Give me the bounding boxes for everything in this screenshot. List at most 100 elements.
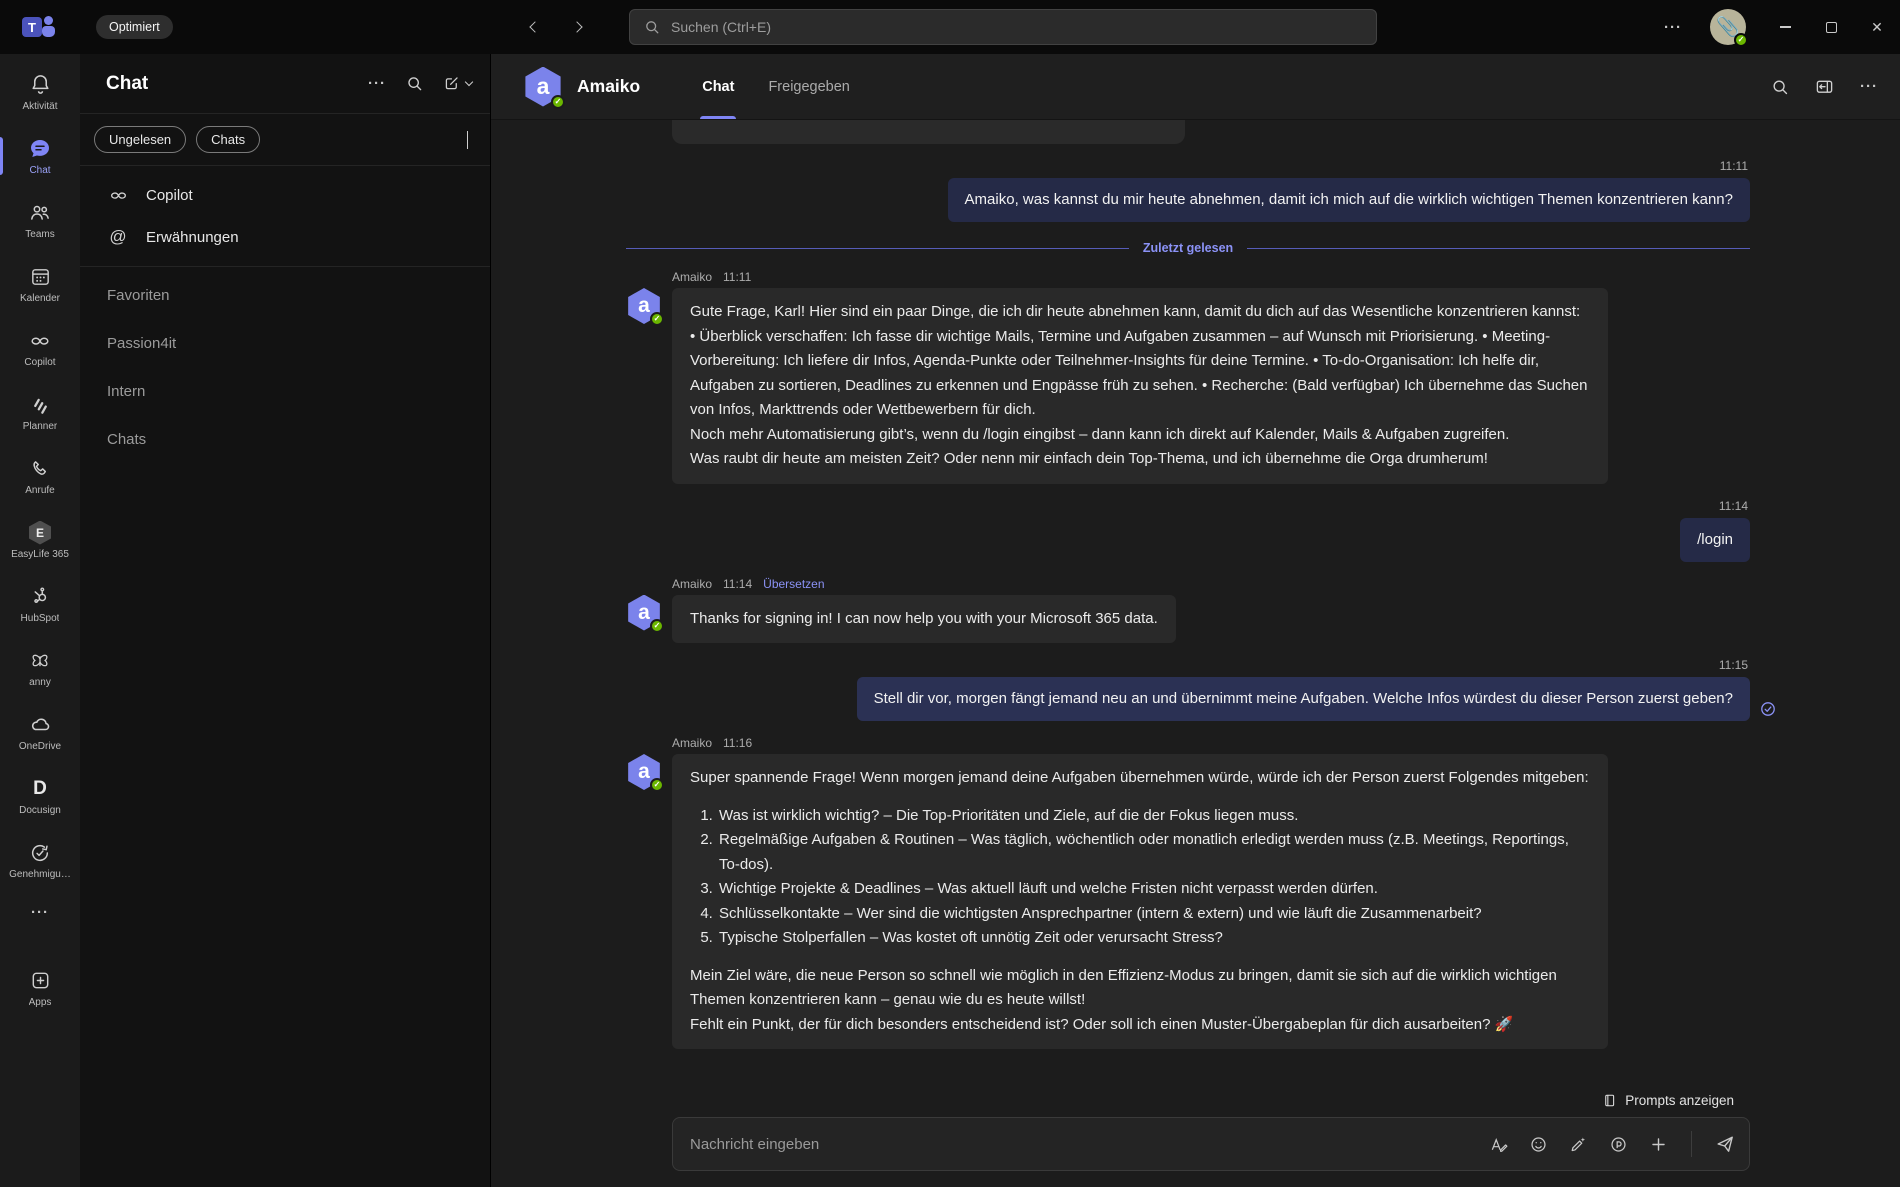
filters-collapse-button[interactable] (467, 131, 468, 149)
people-icon (28, 201, 52, 225)
copilot-icon (28, 329, 52, 353)
list-item: Schlüsselkontakte – Wer sind die wichtig… (717, 902, 1590, 927)
clipped-message-bubble (672, 120, 1185, 144)
user-message-bubble[interactable]: Stell dir vor, morgen fängt jemand neu a… (857, 677, 1750, 721)
message-block-bot: Amaiko 11:14 Übersetzen a ✓ Thanks for s… (626, 577, 1750, 644)
search-input[interactable] (671, 19, 1362, 35)
chat-bubble-icon (28, 137, 52, 161)
message-text: Mein Ziel wäre, die neue Person so schne… (690, 964, 1590, 1013)
bot-message-bubble[interactable]: Super spannende Frage! Wenn morgen jeman… (672, 754, 1608, 1049)
chevron-right-icon (571, 21, 582, 32)
group-chats[interactable]: Chats (80, 415, 490, 463)
titlebar-more-button[interactable]: ··· (1652, 19, 1694, 36)
user-avatar[interactable]: 📎 ✓ (1710, 9, 1746, 45)
chat-list-panel: Chat ··· Ungelesen Chats Copilot @ (80, 54, 491, 1187)
filter-unread-pill[interactable]: Ungelesen (94, 126, 186, 153)
rail-item-activity[interactable]: Aktivität (0, 60, 80, 124)
rail-item-approvals[interactable]: Genehmigu… (0, 828, 80, 892)
group-intern[interactable]: Intern (80, 367, 490, 415)
conversation-search-button[interactable] (1771, 78, 1789, 96)
rail-item-onedrive[interactable]: OneDrive (0, 700, 80, 764)
rail-more-button[interactable]: ··· (0, 892, 80, 932)
loop-component-button[interactable] (1609, 1135, 1628, 1154)
filter-chats-pill[interactable]: Chats (196, 126, 260, 153)
conversation-more-button[interactable]: ··· (1860, 78, 1878, 95)
planner-icon (29, 393, 52, 417)
emoji-button[interactable] (1529, 1135, 1548, 1154)
chevron-down-icon (467, 131, 468, 149)
teams-logo-body (42, 26, 55, 37)
chat-filters: Ungelesen Chats (80, 114, 490, 166)
user-message-bubble[interactable]: Amaiko, was kannst du mir heute abnehmen… (948, 178, 1750, 222)
nav-forward-button[interactable] (565, 15, 589, 39)
amaiko-avatar[interactable]: a ✓ (626, 595, 662, 631)
rail-item-chat[interactable]: Chat (0, 124, 80, 188)
bot-message-bubble[interactable]: Thanks for signing in! I can now help yo… (672, 595, 1176, 644)
window-minimize-button[interactable] (1762, 0, 1808, 54)
message-row-user: Amaiko, was kannst du mir heute abnehmen… (626, 178, 1750, 222)
new-chat-button[interactable] (443, 75, 472, 92)
search-icon (406, 75, 423, 92)
amaiko-avatar[interactable]: a ✓ (523, 67, 563, 107)
chevron-left-icon (529, 21, 540, 32)
tab-chat[interactable]: Chat (702, 54, 734, 119)
global-search[interactable] (629, 9, 1377, 45)
rail-item-calls[interactable]: Anrufe (0, 444, 80, 508)
chat-list-more-button[interactable]: ··· (368, 75, 386, 92)
rail-item-apps[interactable]: Apps (0, 956, 80, 1020)
chat-pane: a ✓ Amaiko Chat Freigegeben ··· 11:11 Am… (491, 54, 1900, 1187)
rewrite-wand-button[interactable] (1569, 1135, 1588, 1154)
maximize-icon (1826, 22, 1837, 33)
hubspot-sprocket-icon (29, 585, 51, 609)
message-input[interactable] (690, 1136, 1489, 1153)
window-close-button[interactable]: ✕ (1854, 0, 1900, 54)
minimize-icon (1780, 26, 1791, 27)
rail-item-docusign[interactable]: D Docusign (0, 764, 80, 828)
amaiko-avatar[interactable]: a ✓ (626, 288, 662, 324)
open-side-pane-button[interactable] (1815, 77, 1834, 96)
app-rail: Aktivität Chat Teams Kalender Copilot Pl… (0, 54, 80, 1187)
chevron-down-icon (465, 78, 473, 86)
sparkle-pen-icon (1569, 1135, 1588, 1154)
timestamp: 11:14 (628, 499, 1748, 513)
group-favoriten[interactable]: Favoriten (80, 271, 490, 319)
loop-icon (1609, 1135, 1628, 1154)
rail-item-teams[interactable]: Teams (0, 188, 80, 252)
user-message-bubble[interactable]: /login (1680, 518, 1750, 562)
presence-available-icon: ✓ (650, 778, 664, 792)
show-prompts-button[interactable]: Prompts anzeigen (672, 1087, 1750, 1117)
group-passion4it[interactable]: Passion4it (80, 319, 490, 367)
list-item: Regelmäßige Aufgaben & Routinen – Was tä… (717, 828, 1590, 877)
rail-item-hubspot[interactable]: HubSpot (0, 572, 80, 636)
message-text: Super spannende Frage! Wenn morgen jeman… (690, 766, 1590, 791)
rail-item-anny[interactable]: anny (0, 636, 80, 700)
sender-name: Amaiko (672, 577, 712, 591)
message-row-user: /login (626, 518, 1750, 562)
list-item-copilot[interactable]: Copilot (80, 174, 490, 216)
chat-list-search-button[interactable] (406, 75, 423, 92)
amaiko-avatar[interactable]: a ✓ (626, 754, 662, 790)
rail-item-calendar[interactable]: Kalender (0, 252, 80, 316)
nav-back-button[interactable] (523, 15, 547, 39)
list-item: Was ist wirklich wichtig? – Die Top-Prio… (717, 804, 1590, 829)
rail-item-easylife[interactable]: E EasyLife 365 (0, 508, 80, 572)
window-maximize-button[interactable] (1808, 0, 1854, 54)
chat-header: a ✓ Amaiko Chat Freigegeben ··· (491, 54, 1900, 120)
prompts-icon (1602, 1093, 1617, 1108)
message-text: Was raubt dir heute am meisten Zeit? Ode… (690, 447, 1590, 472)
send-button[interactable] (1715, 1134, 1735, 1154)
message-text: Fehlt ein Punkt, der für dich besonders … (690, 1013, 1590, 1038)
butterfly-icon (29, 649, 51, 673)
message-input-box[interactable] (672, 1117, 1750, 1171)
translate-link[interactable]: Übersetzen (763, 577, 824, 591)
search-icon (1771, 78, 1789, 96)
attach-plus-button[interactable] (1649, 1135, 1668, 1154)
message-list[interactable]: 11:11 Amaiko, was kannst du mir heute ab… (491, 120, 1900, 1087)
rail-item-planner[interactable]: Planner (0, 380, 80, 444)
tab-shared[interactable]: Freigegeben (768, 54, 849, 119)
list-item-mentions[interactable]: @ Erwähnungen (80, 216, 490, 258)
rail-item-copilot[interactable]: Copilot (0, 316, 80, 380)
format-button[interactable] (1489, 1135, 1508, 1154)
bot-message-bubble[interactable]: Gute Frage, Karl! Hier sind ein paar Din… (672, 288, 1608, 484)
teams-logo-dot (44, 16, 53, 25)
